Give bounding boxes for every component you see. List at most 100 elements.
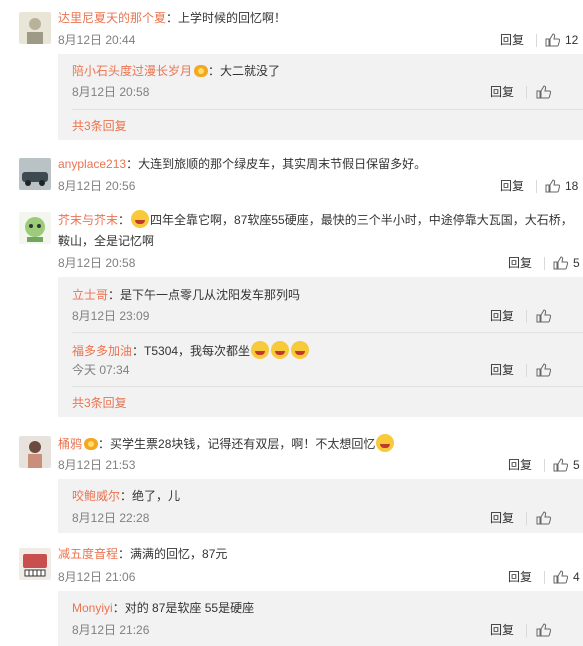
username-link[interactable]: 福多多加油	[72, 344, 132, 358]
colon: ：	[118, 213, 131, 227]
reply-text: 对的 87是软座 55是硬座	[124, 601, 255, 615]
username-link[interactable]: 立士哥	[72, 288, 108, 302]
comment-line: 芥末与芥末： 四年全靠它啊，87软座55硬座，最快的三个半小时，中途停靠大瓦国，大…	[58, 210, 573, 228]
username-link[interactable]: 咬鲍威尔	[72, 489, 120, 503]
comment-text: 上学时候的回忆啊！	[178, 11, 287, 25]
timestamp: 8月12日 21:26	[72, 623, 150, 637]
username-link[interactable]: 达里尼夏天的那个夏	[58, 11, 166, 25]
emoji-icon	[271, 341, 290, 359]
comment-line: 达里尼夏天的那个夏：上学时候的回忆啊！	[58, 10, 286, 26]
comment-text: 四年全靠它啊，87软座55硬座，最快的三个半小时，中途停靠大瓦国，大石桥，	[150, 213, 573, 227]
reply-line: 咬鲍威尔：绝了，儿	[72, 488, 180, 504]
reply-button[interactable]: 回复	[490, 622, 514, 638]
timestamp: 8月12日 23:09	[72, 309, 150, 323]
like-button[interactable]: 4	[553, 569, 580, 585]
vip-badge-icon	[194, 65, 209, 77]
username-link[interactable]: Monyiyi	[72, 601, 113, 615]
like-button[interactable]: 5	[553, 457, 580, 473]
thumb-up-icon	[536, 309, 552, 323]
like-count: 5	[573, 458, 580, 472]
reply-button[interactable]: 回复	[500, 32, 524, 48]
avatar[interactable]	[19, 548, 51, 580]
comment-line: anyplace213：大连到旅顺的那个绿皮车，其实周末节假日保留多好。	[58, 156, 426, 172]
thumb-up-icon	[536, 623, 552, 637]
divider	[526, 512, 527, 525]
reply-button[interactable]: 回复	[508, 569, 532, 585]
like-button[interactable]: 18	[545, 178, 578, 194]
colon: ：	[118, 547, 131, 561]
reply-button[interactable]: 回复	[490, 84, 514, 100]
like-button[interactable]	[536, 362, 556, 378]
reply-divider	[72, 109, 583, 110]
timestamp: 8月12日 22:28	[72, 511, 150, 525]
vip-badge-icon	[84, 438, 99, 450]
timestamp: 8月12日 20:58	[58, 256, 136, 270]
reply-divider	[72, 386, 583, 387]
reply-button[interactable]: 回复	[490, 510, 514, 526]
avatar[interactable]	[19, 436, 51, 468]
more-replies-link[interactable]: 共3条回复	[72, 118, 127, 134]
colon: ：	[126, 157, 139, 171]
username-link[interactable]: 陪小石头度过漫长岁月	[72, 64, 192, 78]
colon: ：	[98, 437, 111, 451]
avatar-image	[19, 158, 51, 190]
colon: ：	[166, 11, 179, 25]
timestamp: 8月12日 20:58	[72, 85, 150, 99]
colon: ：	[132, 344, 145, 358]
username-link[interactable]: 减五度音程	[58, 547, 118, 561]
reply-line: 立士哥：是下午一点零几从沈阳发车那列吗	[72, 287, 300, 303]
thumb-up-icon	[536, 511, 552, 525]
reply-button[interactable]: 回复	[490, 308, 514, 324]
thumb-up-icon	[536, 363, 552, 377]
divider	[526, 86, 527, 99]
comment-text: 买学生票28块钱，记得还有双层，啊！不太想回忆	[110, 437, 376, 451]
like-count: 18	[565, 179, 579, 193]
timestamp: 8月12日 20:56	[58, 179, 136, 193]
divider	[544, 257, 545, 270]
reply-button[interactable]: 回复	[508, 255, 532, 271]
divider	[536, 34, 537, 47]
avatar[interactable]	[19, 158, 51, 190]
reply-text: 是下午一点零几从沈阳发车那列吗	[120, 288, 301, 302]
reply-line: Monyiyi：对的 87是软座 55是硬座	[72, 600, 254, 616]
timestamp: 8月12日 21:06	[58, 570, 136, 584]
like-button[interactable]: 12	[545, 32, 578, 48]
reply-button[interactable]: 回复	[508, 457, 532, 473]
username-link[interactable]: 芥末与芥末	[58, 213, 118, 227]
like-button[interactable]	[536, 510, 556, 526]
like-button[interactable]: 5	[553, 255, 580, 271]
divider	[536, 180, 537, 193]
avatar[interactable]	[19, 212, 51, 244]
more-replies-link[interactable]: 共3条回复	[72, 395, 127, 411]
thumb-up-icon	[553, 570, 569, 584]
divider	[526, 364, 527, 377]
reply-text: 大二就没了	[220, 64, 281, 78]
like-button[interactable]	[536, 622, 556, 638]
avatar-image	[19, 12, 51, 44]
like-count: 12	[565, 33, 579, 47]
comment-line: 减五度音程：满满的回忆，87元	[58, 546, 227, 562]
username-link[interactable]: anyplace213	[58, 157, 126, 171]
colon: ：	[120, 489, 133, 503]
avatar-image	[19, 212, 51, 244]
reply-divider	[72, 332, 583, 333]
username-link[interactable]: 桶鸦	[58, 437, 82, 451]
colon: ：	[112, 601, 125, 615]
thumb-up-icon	[553, 458, 569, 472]
timestamp: 8月12日 21:53	[58, 458, 136, 472]
comment-text: 满满的回忆，87元	[130, 547, 228, 561]
thumb-up-icon	[545, 33, 561, 47]
emoji-icon	[131, 210, 150, 228]
avatar[interactable]	[19, 12, 51, 44]
like-button[interactable]	[536, 84, 556, 100]
thumb-up-icon	[553, 256, 569, 270]
like-count: 4	[573, 570, 580, 584]
reply-line: 福多多加油：T5304，我每次都坐	[72, 341, 310, 359]
emoji-icon	[376, 434, 395, 452]
divider	[526, 624, 527, 637]
reply-button[interactable]: 回复	[490, 362, 514, 378]
reply-line: 陪小石头度过漫长岁月 ：大二就没了	[72, 63, 280, 79]
reply-button[interactable]: 回复	[500, 178, 524, 194]
thumb-up-icon	[536, 85, 552, 99]
like-button[interactable]	[536, 308, 556, 324]
